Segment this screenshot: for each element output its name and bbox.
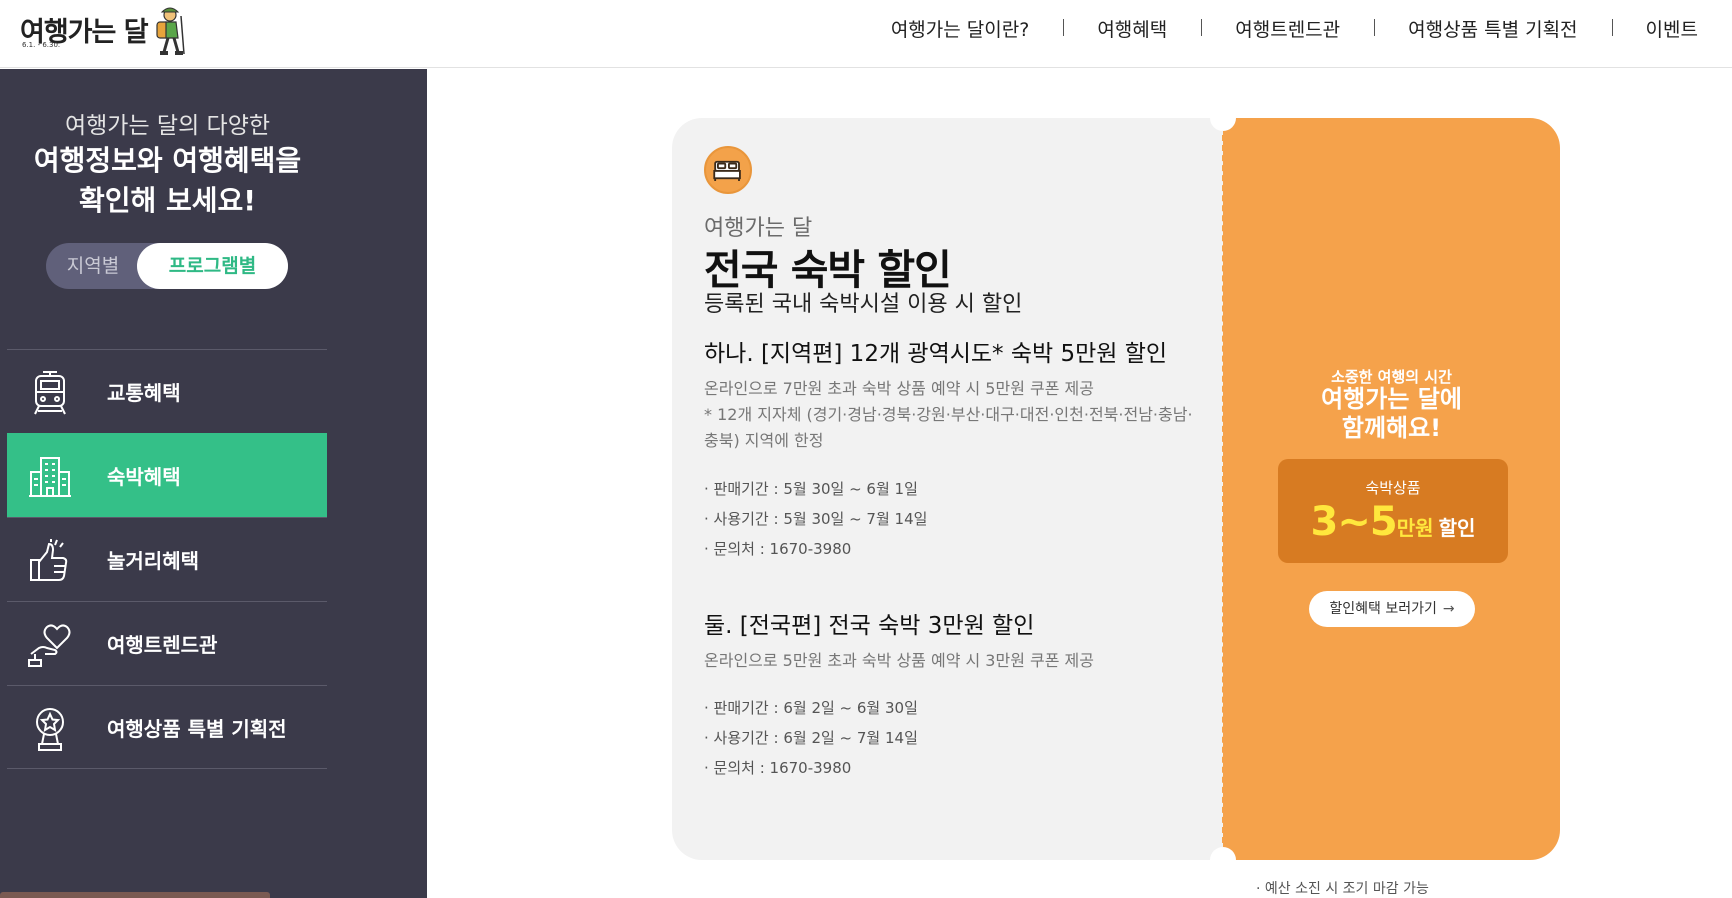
section1-desc-line1: 온라인으로 7만원 초과 숙박 상품 예약 시 5만원 쿠폰 제공: [704, 379, 1094, 398]
menu-item-label: 숙박혜택: [107, 465, 181, 489]
coupon-notch-bottom: [1210, 847, 1236, 873]
menu-item-label: 여행상품 특별 기획전: [107, 716, 287, 741]
side-title: 여행가는 달에 함께해요!: [1223, 385, 1560, 443]
view-toggle: 지역별 프로그램별: [46, 243, 288, 289]
section2-title: 둘. [전국편] 전국 숙박 3만원 할인: [704, 613, 1035, 639]
sidebar-bottom-accent: [0, 892, 270, 898]
sidebar-intro-heading: 여행정보와 여행혜택을 확인해 보세요!: [0, 141, 335, 221]
hiker-icon: [156, 7, 185, 55]
coupon-perforation: [1222, 125, 1224, 853]
menu-item-label: 놀거리혜택: [107, 549, 199, 573]
building-icon: [29, 457, 71, 497]
heart-hand-icon: [28, 624, 71, 667]
menu-item-label: 교통혜택: [107, 381, 181, 405]
arrow-right-icon: →: [1442, 601, 1455, 617]
side-kicker: 소중한 여행의 시간: [1331, 368, 1452, 386]
sidebar-intro-line3: 확인해 보세요!: [78, 184, 257, 217]
discount-box: 숙박상품 3~5만원 할인: [1278, 459, 1508, 563]
coupon-side-panel: 소중한 여행의 시간 여행가는 달에 함께해요! 숙박상품 3~5만원 할인 할…: [1223, 118, 1560, 860]
view-discount-button-label: 할인혜택 보러가기: [1329, 601, 1437, 617]
discount-amount: 3~5: [1310, 499, 1398, 545]
nav-events[interactable]: 이벤트: [1611, 15, 1698, 42]
logo-date: 6.1. - 6.30.: [22, 41, 61, 49]
sidebar: 여행가는 달의 다양한 여행정보와 여행혜택을 확인해 보세요! 지역별 프로그…: [0, 69, 427, 898]
section2-sale-period: · 판매기간 : 6월 2일 ~ 6월 30일: [704, 699, 918, 717]
menu-item-accommodation[interactable]: 숙박혜택: [7, 433, 327, 517]
menu-item-label: 여행트렌드관: [107, 633, 218, 657]
discount-box-label: 숙박상품: [1365, 479, 1421, 497]
budget-footnote: · 예산 소진 시 조기 마감 가능: [1256, 881, 1429, 897]
sidebar-intro-line1: 여행가는 달의 다양한: [64, 113, 271, 139]
side-title-line2: 함께해요!: [1341, 414, 1442, 442]
nav-trends[interactable]: 여행트렌드관: [1201, 15, 1374, 42]
discount-word: 할인: [1438, 516, 1476, 540]
nav-benefits[interactable]: 여행혜택: [1063, 15, 1201, 42]
section1-sale-period: · 판매기간 : 5월 30일 ~ 6월 1일: [704, 480, 918, 498]
section1-use-period: · 사용기간 : 5월 30일 ~ 7월 14일: [704, 510, 928, 528]
menu-item-trends[interactable]: 여행트렌드관: [7, 601, 327, 685]
coupon-subtitle: 등록된 국내 숙박시설 이용 시 할인: [704, 292, 1023, 317]
benefit-menu: 교통혜택 숙박혜택 놀거리혜택 여행트렌드관 여행상품 특별 기획전: [7, 349, 327, 769]
site-header: 여행가는 달 6.1. - 6.30. 여행가는 달이란? 여행혜택 여행트렌드…: [0, 0, 1732, 68]
coupon-main-panel: 여행가는 달 전국 숙박 할인 등록된 국내 숙박시설 이용 시 할인 하나. …: [672, 118, 1223, 860]
side-title-line1: 여행가는 달에: [1321, 385, 1462, 413]
section1-title: 하나. [지역편] 12개 광역시도* 숙박 5만원 할인: [704, 341, 1168, 367]
menu-item-transport[interactable]: 교통혜택: [7, 349, 327, 433]
bed-icon: [704, 146, 752, 194]
toggle-by-program[interactable]: 프로그램별: [137, 243, 288, 289]
menu-item-special-exhibition[interactable]: 여행상품 특별 기획전: [7, 685, 327, 769]
section1-contact: · 문의처 : 1670-3980: [704, 540, 852, 558]
award-icon: [36, 708, 64, 751]
coupon-notch-top: [1210, 105, 1236, 131]
section2-contact: · 문의처 : 1670-3980: [704, 759, 852, 777]
toggle-by-region[interactable]: 지역별: [46, 243, 140, 289]
top-navigation: 여행가는 달이란? 여행혜택 여행트렌드관 여행상품 특별 기획전 이벤트: [857, 0, 1698, 56]
sidebar-intro-line2: 여행정보와 여행혜택을: [33, 144, 302, 177]
section2-use-period: · 사용기간 : 6월 2일 ~ 7월 14일: [704, 729, 918, 747]
menu-item-activities[interactable]: 놀거리혜택: [7, 517, 327, 601]
discount-value: 3~5만원 할인: [1278, 499, 1508, 545]
section1-desc: 온라인으로 7만원 초과 숙박 상품 예약 시 5만원 쿠폰 제공 * 12개 …: [704, 376, 1194, 454]
thumbs-up-icon: [30, 539, 68, 581]
nav-about[interactable]: 여행가는 달이란?: [857, 15, 1064, 42]
nav-special-exhibition[interactable]: 여행상품 특별 기획전: [1374, 15, 1611, 42]
section2-desc: 온라인으로 5만원 초과 숙박 상품 예약 시 3만원 쿠폰 제공: [704, 651, 1094, 670]
section1-desc-line2: * 12개 지자체 (경기·경남·경북·강원·부산·대구·대전·인천·전북·전남…: [704, 405, 1193, 450]
view-discount-button[interactable]: 할인혜택 보러가기 →: [1309, 591, 1475, 627]
train-icon: [34, 371, 66, 415]
site-logo[interactable]: 여행가는 달 6.1. - 6.30.: [20, 6, 185, 56]
discount-unit: 만원: [1396, 516, 1434, 540]
